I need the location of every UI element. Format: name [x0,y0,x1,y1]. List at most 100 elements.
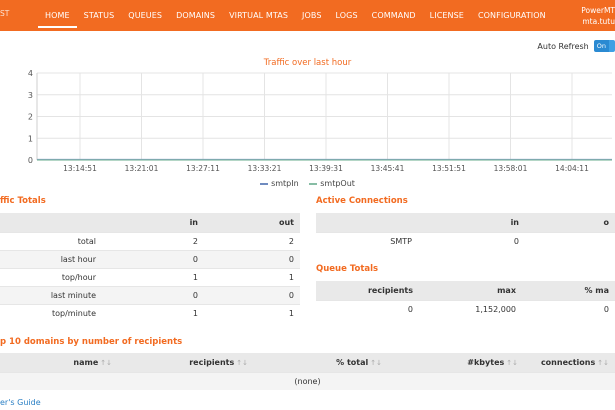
nav-home[interactable]: HOME [38,0,77,28]
sort-icon: ↑↓ [370,359,382,367]
col-name[interactable]: name ↑↓ [0,353,118,373]
nav-label: LOGS [335,11,358,20]
sort-icon: ↑↓ [100,359,112,367]
y-tick-label: 4 [28,69,33,78]
top-domains-table: name ↑↓ recipients ↑↓ % total ↑↓ #kbytes ↑↓ … [0,353,615,390]
active-connections-table: in o SMTP 0 [316,213,615,250]
col-pct-total-label: % total [336,358,369,367]
row-in: 0 [102,250,204,269]
col-pct-total[interactable]: % total ↑↓ [254,353,388,373]
y-tick-label: 0 [28,156,33,165]
row-out: 0 [204,250,300,269]
nav-label: STATUS [83,11,115,20]
nav-label: HOME [45,11,70,20]
nav-configuration[interactable]: CONFIGURATION [471,0,553,31]
nav-license[interactable]: LICENSE [423,0,471,31]
x-tick-label: 13:14:51 [63,164,97,173]
col-out: o [525,213,615,233]
col-max: max [419,281,522,301]
brand-logo-text: ST [0,9,10,18]
row-in: 1 [102,304,204,322]
row-out: 2 [204,232,300,251]
host-name: mta.tutu [582,17,615,26]
table-row-empty: (none) [0,372,615,390]
row-out: 1 [204,268,300,287]
y-tick-label: 1 [28,134,33,143]
y-tick-label: 3 [28,91,33,100]
sort-icon: ↑↓ [506,359,518,367]
legend-item-smtpout[interactable]: smtpOut [309,179,355,188]
row-in: 1 [102,268,204,287]
col-label [316,213,418,233]
nav-label: JOBS [302,11,322,20]
legend-swatch [309,182,318,185]
legend-label: smtpOut [320,179,355,188]
col-pct-max: % ma [522,281,615,301]
nav-label: CONFIGURATION [477,11,546,20]
auto-refresh-control: Auto Refresh On [537,40,615,52]
table-header-row: recipients max % ma [316,281,615,301]
table-row: top/minute 1 1 [0,304,300,322]
active-connections-title: Active Connections [316,196,408,206]
server-info: PowerMT mta.tutu [581,5,615,27]
row-label: last hour [0,250,102,269]
col-connections[interactable]: connections ↑↓ [524,353,615,373]
x-tick-label: 13:51:51 [432,164,466,173]
table-header-row: in out [0,213,300,233]
table-row: top/hour 1 1 [0,268,300,287]
users-guide-link[interactable]: er's Guide [0,398,41,407]
nav-label: COMMAND [371,11,416,20]
toggle-handle [609,40,615,52]
table-row: total 2 2 [0,232,300,251]
legend-item-smtpin[interactable]: smtpIn [260,179,299,188]
row-recipients: 0 [316,300,419,318]
row-label: total [0,232,102,251]
x-tick-label: 13:45:41 [371,164,405,173]
row-label: last minute [0,286,102,305]
col-kbytes[interactable]: #kbytes ↑↓ [388,353,524,373]
nav-logs[interactable]: LOGS [329,0,365,31]
col-recipients: recipients [316,281,419,301]
table-row: SMTP 0 [316,232,615,250]
col-kbytes-label: #kbytes [467,358,505,367]
nav-status[interactable]: STATUS [77,0,122,31]
row-label: SMTP [316,232,418,250]
y-tick-label: 2 [28,113,33,122]
col-label [0,213,102,233]
row-max: 1,152,000 [419,300,522,318]
nav-virtual-mtas[interactable]: VIRTUAL MTAS [222,0,295,31]
row-out: 1 [204,304,300,322]
table-header-row: in o [316,213,615,233]
x-tick-label: 13:21:01 [125,164,159,173]
table-header-row: name ↑↓ recipients ↑↓ % total ↑↓ #kbytes ↑↓ … [0,353,615,373]
row-in: 0 [418,232,525,250]
row-in: 2 [102,232,204,251]
traffic-totals-title: ffic Totals [0,196,46,206]
x-tick-label: 13:33:21 [248,164,282,173]
chart-legend: smtpIn smtpOut [0,179,615,188]
top-domains-title: p 10 domains by number of recipients [0,337,183,347]
x-tick-label: 14:04:11 [555,164,589,173]
queue-totals-table: recipients max % ma 0 1,152,000 0 [316,281,615,318]
nav-label: LICENSE [429,11,464,20]
row-label: top/hour [0,268,102,287]
table-row: 0 1,152,000 0 [316,300,615,318]
table-row: last minute 0 0 [0,286,300,305]
nav-label: VIRTUAL MTAS [229,11,289,20]
nav-label: DOMAINS [176,11,216,20]
col-in: in [418,213,525,233]
nav-queues[interactable]: QUEUES [121,0,169,31]
x-tick-label: 13:39:31 [309,164,343,173]
nav-domains[interactable]: DOMAINS [169,0,222,31]
nav-command[interactable]: COMMAND [365,0,423,31]
row-label: top/minute [0,304,102,322]
col-name-label: name [73,358,99,367]
nav-jobs[interactable]: JOBS [295,0,328,31]
col-recipients[interactable]: recipients ↑↓ [118,353,254,373]
empty-message: (none) [0,372,615,390]
legend-label: smtpIn [271,179,299,188]
product-name: PowerMT [581,6,615,15]
auto-refresh-toggle[interactable]: On [593,40,615,52]
main-nav: HOME STATUS QUEUES DOMAINS VIRTUAL MTAS … [38,0,553,31]
sort-icon: ↑↓ [236,359,248,367]
